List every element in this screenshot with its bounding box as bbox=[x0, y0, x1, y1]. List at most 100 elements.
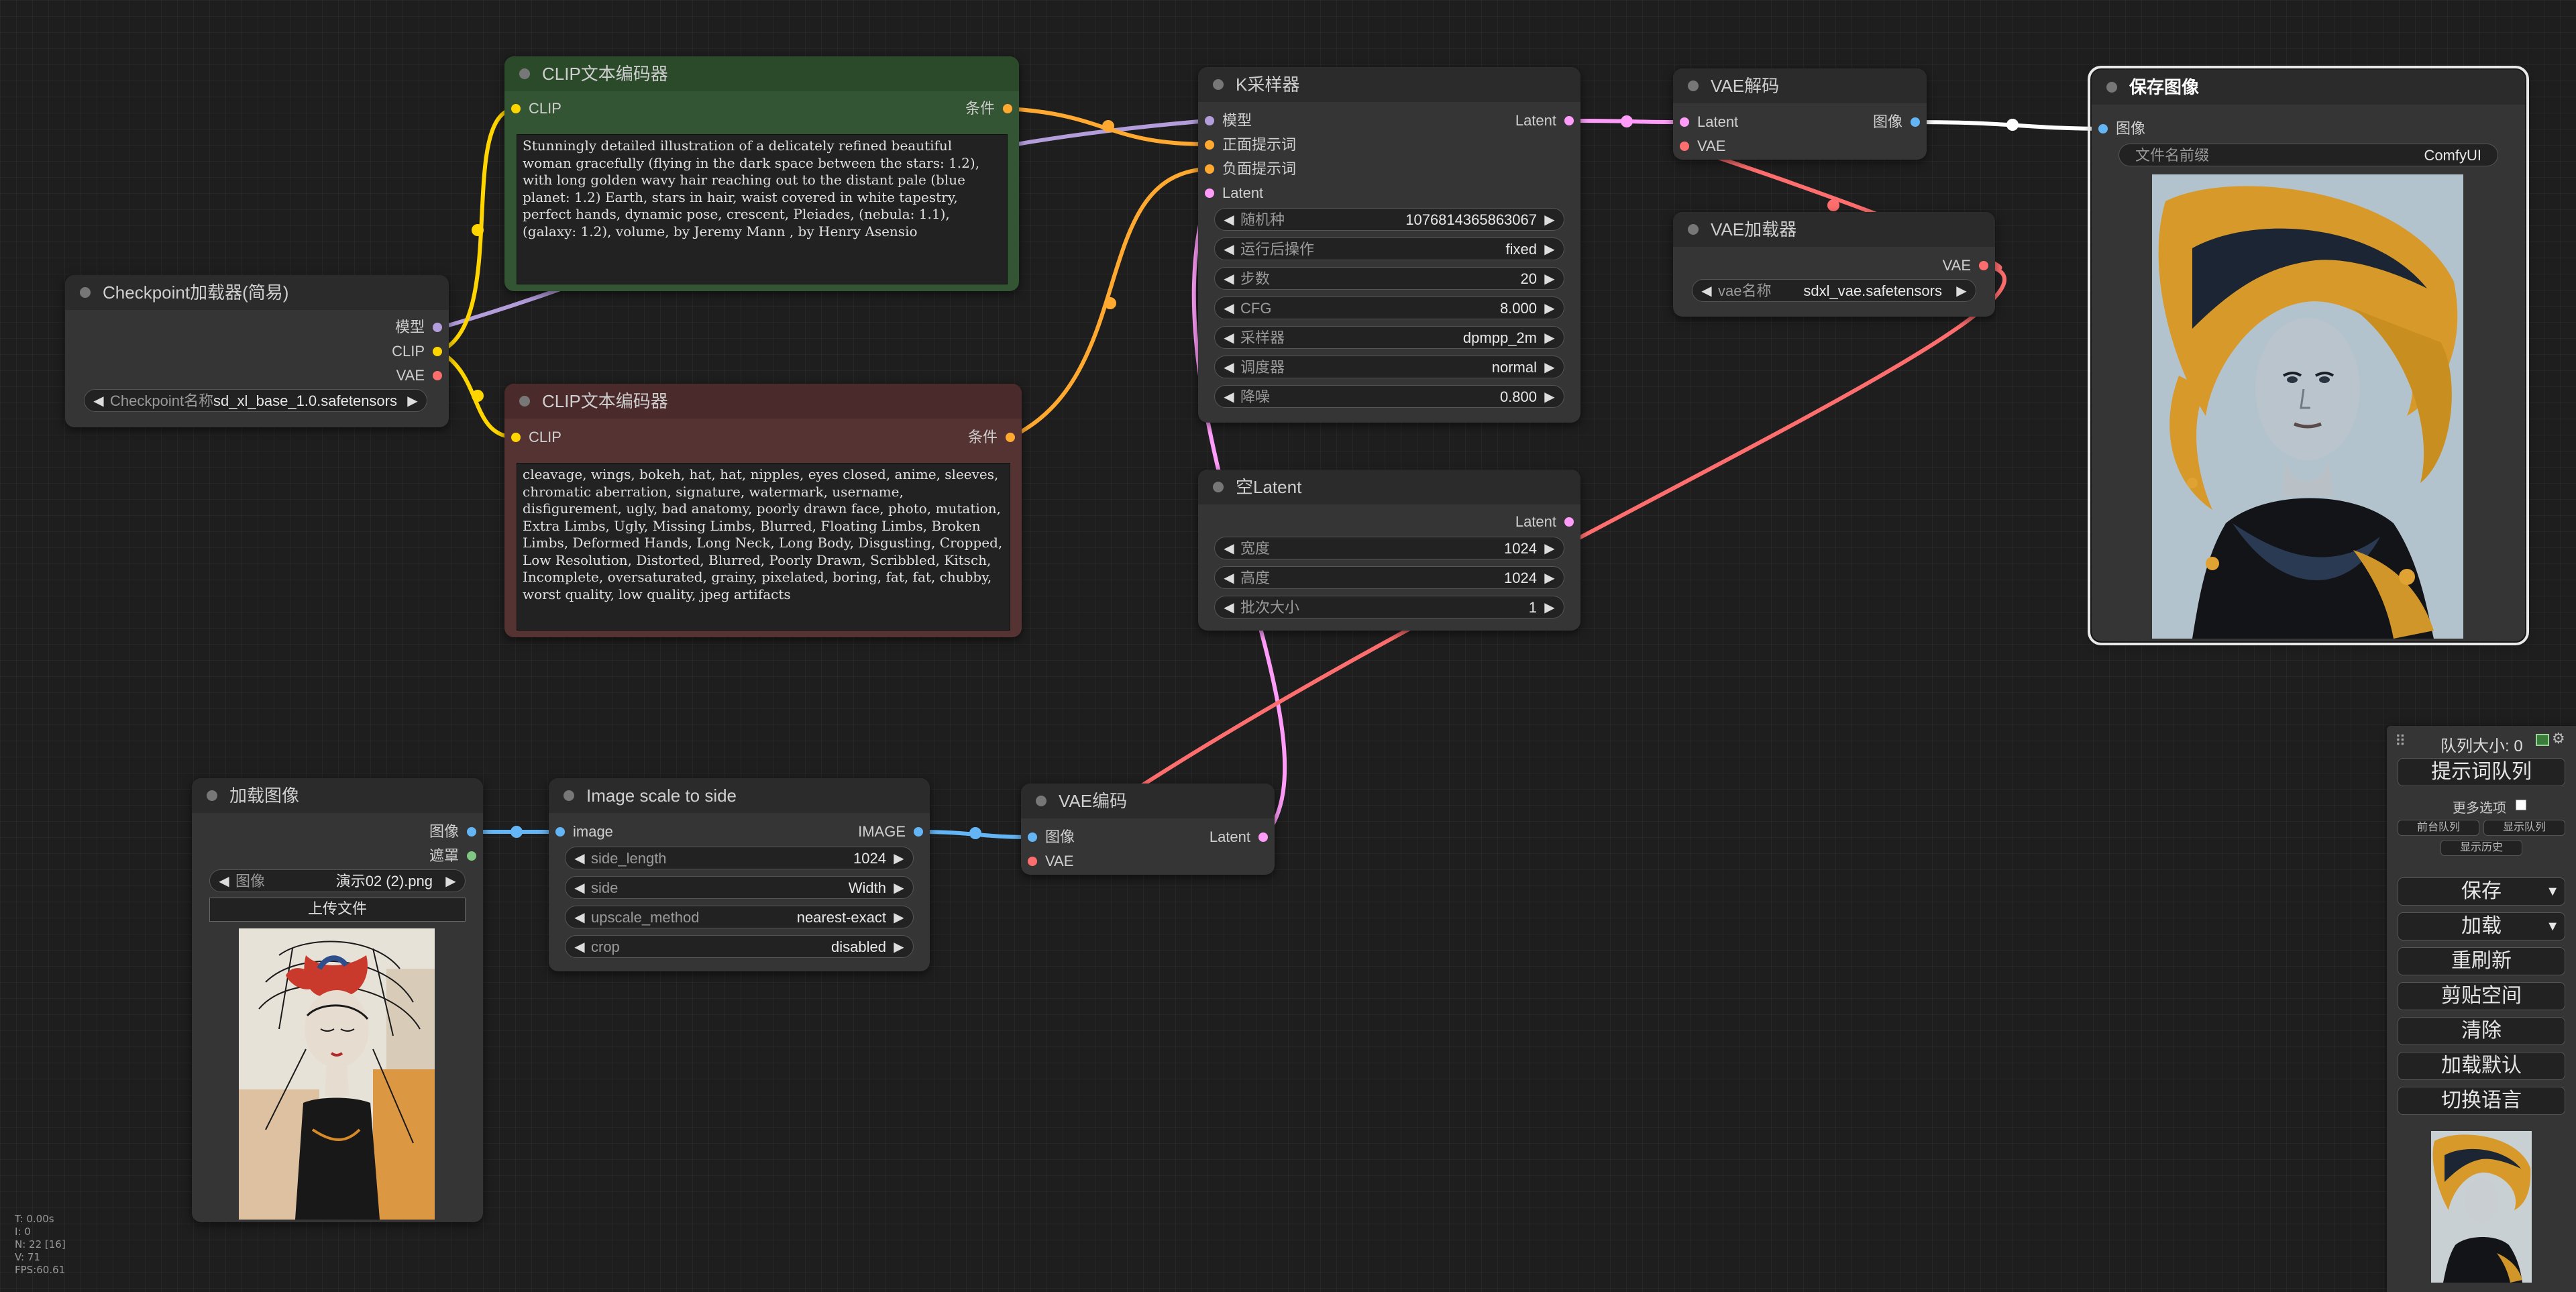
chevron-down-icon[interactable]: ▼ bbox=[2546, 878, 2559, 905]
latent-port-icon[interactable] bbox=[1258, 832, 1268, 842]
load-button[interactable]: 加载 ▼ bbox=[2398, 912, 2565, 940]
node-title-bar[interactable]: K采样器 bbox=[1198, 67, 1580, 102]
input-latent[interactable]: Latent bbox=[1198, 184, 1263, 203]
height-widget[interactable]: ◀ 高度 1024 ▶ bbox=[1214, 566, 1564, 589]
output-mask[interactable]: 遮罩 bbox=[429, 847, 483, 865]
empty-latent-node[interactable]: 空Latent Latent ◀ 宽度 1024 ▶ ◀ 高度 1024 ▶ ◀ 批次大小 1 ▶ bbox=[1198, 470, 1580, 631]
collapse-dot-icon[interactable] bbox=[1036, 796, 1046, 806]
output-conditioning[interactable]: 条件 bbox=[965, 99, 1019, 118]
node-title-bar[interactable]: VAE编码 bbox=[1021, 784, 1275, 818]
output-latent[interactable]: Latent bbox=[1515, 111, 1580, 130]
vae-port-icon[interactable] bbox=[1028, 857, 1037, 866]
checkpoint-loader-node[interactable]: Checkpoint加载器(简易) 模型 CLIP VAE ◀ Checkpoi… bbox=[65, 275, 449, 427]
conditioning-port-icon[interactable] bbox=[1205, 164, 1214, 174]
collapse-dot-icon[interactable] bbox=[2106, 82, 2117, 93]
model-port-icon[interactable] bbox=[1205, 116, 1214, 125]
queue-front-button[interactable]: 前台队列 bbox=[2398, 820, 2479, 836]
collapse-dot-icon[interactable] bbox=[519, 68, 530, 79]
drag-handle-icon[interactable]: ⠿ bbox=[2395, 733, 2406, 750]
control-after-generate-widget[interactable]: ◀ 运行后操作 fixed ▶ bbox=[1214, 237, 1564, 260]
latent-port-icon[interactable] bbox=[1564, 116, 1574, 125]
load-image-node[interactable]: 加载图像 图像 遮罩 ◀ 图像 演示02 (2).png ▶ 上传文件 bbox=[192, 778, 483, 1222]
sampler-widget[interactable]: ◀ 采样器 dpmpp_2m ▶ bbox=[1214, 326, 1564, 349]
node-title-bar[interactable]: VAE加载器 bbox=[1673, 212, 1995, 247]
clip-port-icon[interactable] bbox=[511, 104, 521, 113]
refresh-button[interactable]: 重刷新 bbox=[2398, 947, 2565, 975]
loaded-image-preview[interactable] bbox=[239, 928, 435, 1220]
prompt-textarea[interactable]: Stunningly detailed illustration of a de… bbox=[517, 134, 1008, 284]
image-scale-to-side-node[interactable]: Image scale to side image IMAGE ◀ side_le… bbox=[549, 778, 930, 971]
clear-button[interactable]: 清除 bbox=[2398, 1017, 2565, 1045]
clip-port-icon[interactable] bbox=[433, 347, 442, 356]
node-title-bar[interactable]: VAE解码 bbox=[1673, 68, 1927, 103]
view-history-button[interactable]: 显示历史 bbox=[2440, 840, 2522, 856]
generated-image-preview[interactable] bbox=[2152, 174, 2463, 639]
input-latent[interactable]: Latent bbox=[1673, 113, 1738, 131]
vae-port-icon[interactable] bbox=[1680, 142, 1689, 151]
output-conditioning[interactable]: 条件 bbox=[968, 428, 1022, 447]
input-positive[interactable]: 正面提示词 bbox=[1198, 136, 1296, 154]
vae-port-icon[interactable] bbox=[1979, 261, 1988, 270]
conditioning-port-icon[interactable] bbox=[1006, 433, 1015, 442]
output-vae[interactable]: VAE bbox=[396, 366, 449, 385]
queue-image-thumbnail[interactable] bbox=[2431, 1131, 2532, 1283]
input-model[interactable]: 模型 bbox=[1198, 111, 1252, 130]
extra-options-checkbox[interactable] bbox=[2516, 800, 2526, 810]
width-widget[interactable]: ◀ 宽度 1024 ▶ bbox=[1214, 537, 1564, 559]
collapse-dot-icon[interactable] bbox=[1213, 79, 1224, 90]
input-image[interactable]: 图像 bbox=[2092, 119, 2145, 138]
node-title-bar[interactable]: Checkpoint加载器(简易) bbox=[65, 275, 449, 310]
steps-widget[interactable]: ◀ 步数 20 ▶ bbox=[1214, 267, 1564, 290]
collapse-dot-icon[interactable] bbox=[519, 396, 530, 407]
right-arrow-icon[interactable]: ▶ bbox=[405, 390, 420, 413]
image-port-icon[interactable] bbox=[467, 827, 476, 837]
input-vae[interactable]: VAE bbox=[1021, 852, 1073, 871]
collapse-dot-icon[interactable] bbox=[1688, 224, 1699, 235]
latent-port-icon[interactable] bbox=[1564, 517, 1574, 527]
ksampler-node[interactable]: K采样器 模型 正面提示词 负面提示词 Latent Latent ◀ 随机种 10… bbox=[1198, 67, 1580, 423]
vae-loader-node[interactable]: VAE加载器 VAE ◀ vae名称 sdxl_vae.safetensors ▶ bbox=[1673, 212, 1995, 317]
input-image[interactable]: image bbox=[549, 822, 613, 841]
queue-prompt-button[interactable]: 提示词队列 bbox=[2398, 758, 2565, 786]
collapse-dot-icon[interactable] bbox=[1213, 482, 1224, 492]
latent-port-icon[interactable] bbox=[1680, 117, 1689, 127]
node-title-bar[interactable]: CLIP文本编码器 bbox=[504, 56, 1019, 91]
image-port-icon[interactable] bbox=[1028, 832, 1037, 842]
seed-widget[interactable]: ◀ 随机种 1076814365863067 ▶ bbox=[1214, 208, 1564, 231]
switch-locale-button[interactable]: 切换语言 bbox=[2398, 1087, 2565, 1115]
input-clip[interactable]: CLIP bbox=[504, 428, 561, 447]
save-button[interactable]: 保存 ▼ bbox=[2398, 877, 2565, 906]
node-title-bar[interactable]: 空Latent bbox=[1198, 470, 1580, 504]
mask-port-icon[interactable] bbox=[467, 851, 476, 861]
collapse-dot-icon[interactable] bbox=[564, 790, 574, 801]
clip-text-encode-positive-node[interactable]: CLIP文本编码器 CLIP 条件 Stunningly detailed il… bbox=[504, 56, 1019, 291]
output-model[interactable]: 模型 bbox=[395, 318, 449, 337]
save-image-node[interactable]: 保存图像 图像 文件名前缀 ComfyUI bbox=[2088, 66, 2529, 645]
side-widget[interactable]: ◀ side Width ▶ bbox=[565, 876, 914, 899]
image-icon[interactable] bbox=[2536, 734, 2549, 746]
scheduler-widget[interactable]: ◀ 调度器 normal ▶ bbox=[1214, 356, 1564, 378]
vae-encode-node[interactable]: VAE编码 图像 VAE Latent bbox=[1021, 784, 1275, 875]
crop-widget[interactable]: ◀ crop disabled ▶ bbox=[565, 935, 914, 958]
node-title-bar[interactable]: 加载图像 bbox=[192, 778, 483, 813]
upscale-method-widget[interactable]: ◀ upscale_method nearest-exact ▶ bbox=[565, 906, 914, 928]
image-port-icon[interactable] bbox=[914, 827, 923, 837]
clip-text-encode-negative-node[interactable]: CLIP文本编码器 CLIP 条件 cleavage, wings, bokeh… bbox=[504, 384, 1022, 637]
output-latent[interactable]: Latent bbox=[1515, 513, 1580, 531]
output-vae[interactable]: VAE bbox=[1943, 256, 1995, 275]
collapse-dot-icon[interactable] bbox=[1688, 80, 1699, 91]
gear-icon[interactable]: ⚙ bbox=[2552, 730, 2565, 747]
batch-size-widget[interactable]: ◀ 批次大小 1 ▶ bbox=[1214, 596, 1564, 618]
image-file-combo[interactable]: ◀ 图像 演示02 (2).png ▶ bbox=[209, 869, 466, 892]
left-arrow-icon[interactable]: ◀ bbox=[91, 390, 106, 413]
vae-decode-node[interactable]: VAE解码 Latent VAE 图像 bbox=[1673, 68, 1927, 160]
image-port-icon[interactable] bbox=[1911, 117, 1920, 127]
clip-port-icon[interactable] bbox=[511, 433, 521, 442]
chevron-down-icon[interactable]: ▼ bbox=[2546, 913, 2559, 940]
node-title-bar[interactable]: Image scale to side bbox=[549, 778, 930, 813]
model-port-icon[interactable] bbox=[433, 323, 442, 332]
output-latent[interactable]: Latent bbox=[1210, 828, 1275, 847]
load-default-button[interactable]: 加载默认 bbox=[2398, 1052, 2565, 1080]
latent-port-icon[interactable] bbox=[1205, 189, 1214, 198]
cfg-widget[interactable]: ◀ CFG 8.000 ▶ bbox=[1214, 297, 1564, 319]
